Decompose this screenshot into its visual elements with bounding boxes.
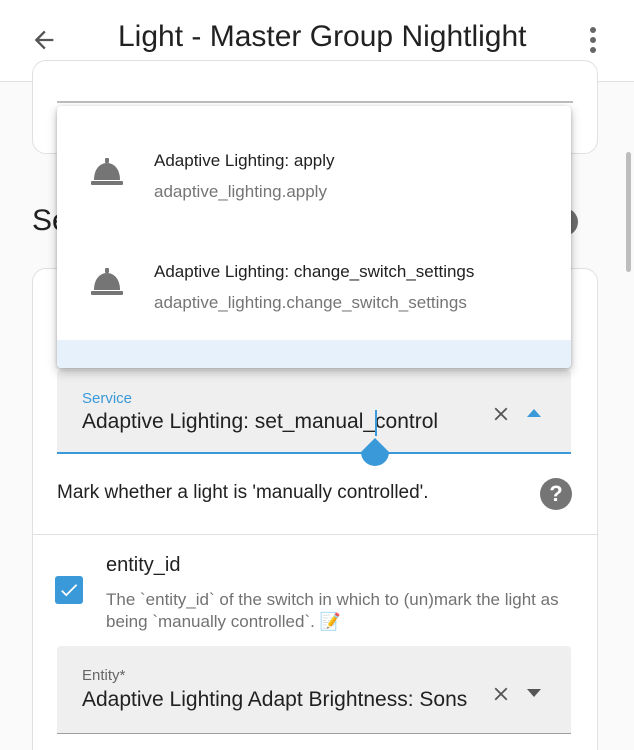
close-icon	[494, 407, 508, 421]
highlighted-option[interactable]	[57, 340, 571, 368]
entity-param-description: The `entity_id` of the switch in which t…	[106, 590, 559, 631]
page-scrollbar[interactable]	[626, 152, 631, 272]
entity-input[interactable]: Adaptive Lighting Adapt Brightness: Sons	[82, 688, 487, 712]
entity-clear-button[interactable]	[487, 680, 515, 708]
option-title: Adaptive Lighting: change_switch_setting…	[154, 262, 475, 281]
text-selection-handle[interactable]	[359, 438, 391, 470]
checkmark-icon	[61, 584, 78, 597]
entity-param-name: entity_id	[106, 554, 181, 576]
option-subtitle: adaptive_lighting.apply	[154, 182, 327, 201]
entity-expand-button[interactable]	[523, 682, 545, 704]
option-subtitle: adaptive_lighting.change_switch_settings	[154, 293, 467, 312]
page-title: Light - Master Group Nightlight	[118, 20, 527, 53]
text-cursor	[375, 410, 377, 436]
dropdown-option[interactable]: Adaptive Lighting: apply adaptive_lighti…	[57, 106, 571, 216]
overflow-menu-button[interactable]	[578, 22, 608, 58]
service-field-label: Service	[82, 390, 133, 407]
close-icon	[494, 687, 508, 701]
service-description: Mark whether a light is 'manually contro…	[57, 482, 429, 503]
arrow-left-icon	[34, 30, 54, 50]
card-divider	[57, 101, 573, 103]
service-input[interactable]: Adaptive Lighting: set_manual_control	[82, 410, 438, 434]
help-button[interactable]: ?	[540, 478, 572, 510]
caret-up-icon	[527, 409, 541, 417]
option-title: Adaptive Lighting: apply	[154, 151, 335, 170]
collapse-button[interactable]	[523, 402, 545, 424]
dropdown-option[interactable]: Adaptive Lighting: change_switch_setting…	[57, 216, 571, 326]
entity-combobox[interactable]: Entity* Adaptive Lighting Adapt Brightne…	[57, 646, 571, 734]
caret-down-icon	[527, 689, 541, 697]
more-vert-icon	[590, 27, 596, 53]
bell-icon	[91, 158, 123, 185]
section-divider	[33, 534, 597, 535]
entity-checkbox[interactable]	[55, 576, 83, 604]
clear-button[interactable]	[487, 400, 515, 428]
service-dropdown-list: Adaptive Lighting: apply adaptive_lighti…	[57, 106, 571, 368]
bell-icon	[91, 268, 123, 295]
entity-field-label: Entity*	[82, 667, 126, 684]
back-button[interactable]	[24, 22, 64, 58]
service-combobox[interactable]: Service Adaptive Lighting: set_manual_co…	[57, 370, 571, 454]
